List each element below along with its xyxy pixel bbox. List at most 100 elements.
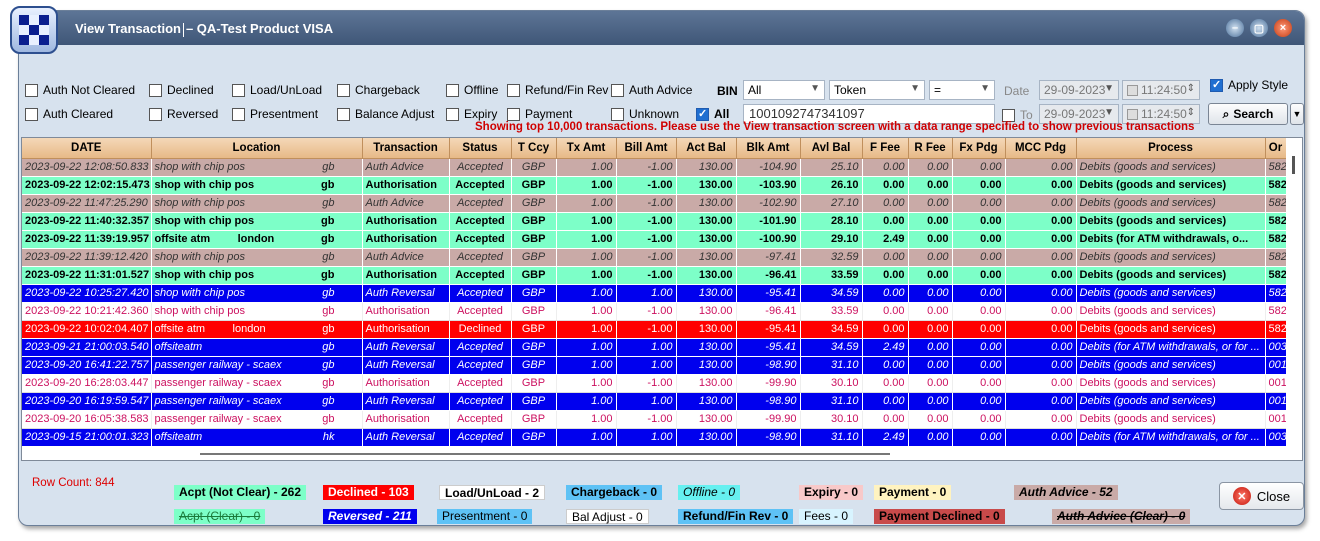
cell-ccy: GBP	[511, 248, 557, 267]
scroll-thumb[interactable]	[1292, 156, 1295, 174]
filter-expiry[interactable]: Expiry	[446, 107, 497, 121]
date-from-picker[interactable]: 29-09-2023 ▼	[1039, 80, 1119, 100]
vertical-scrollbar[interactable]	[1286, 138, 1302, 460]
table-row[interactable]: 2023-09-22 12:02:15.473 shop with chip po…	[22, 176, 1287, 195]
filter-all[interactable]: All	[696, 107, 729, 121]
filter-chargeback[interactable]: Chargeback	[337, 83, 420, 97]
filter-declined[interactable]: Declined	[149, 83, 214, 97]
filter-label: Expiry	[464, 107, 498, 121]
column-header[interactable]: MCC Pdg	[1005, 138, 1077, 159]
column-header[interactable]: Blk Amt	[736, 138, 801, 159]
bin-select[interactable]: All ▼	[743, 80, 825, 100]
filter-load-unload[interactable]: Load/UnLoad	[232, 83, 322, 97]
location-cell: offsite atm london gb	[155, 323, 359, 335]
cell-act: 130.00	[676, 266, 737, 285]
filter-to-date[interactable]: To	[1002, 108, 1033, 122]
cell-date: 2023-09-20 16:28:03.447	[22, 374, 152, 393]
table-row[interactable]: 2023-09-22 11:40:32.357 shop with chip po…	[22, 212, 1287, 231]
close-button[interactable]: ✕ Close	[1219, 482, 1304, 510]
filter-offline[interactable]: Offline	[446, 83, 498, 97]
filter-payment[interactable]: Payment	[507, 107, 572, 121]
scroll-thumb[interactable]	[200, 453, 890, 455]
window-close-icon[interactable]: ×	[1274, 19, 1292, 37]
column-header[interactable]: DATE	[22, 138, 152, 159]
token-select[interactable]: Token ▼	[829, 80, 925, 100]
date-to-value: 29-09-2023	[1044, 107, 1106, 121]
spinner-icon: ⇕	[1186, 107, 1195, 118]
column-header[interactable]: T Ccy	[511, 138, 557, 159]
table-row[interactable]: 2023-09-20 16:28:03.447 passenger railway…	[22, 374, 1287, 393]
column-header[interactable]: Location	[151, 138, 363, 159]
location-cell: offsite atm london gb	[155, 233, 359, 245]
cell-blk: -101.90	[736, 212, 801, 231]
cell-ffee: 0.00	[862, 392, 909, 411]
filter-auth-not-cleared[interactable]: Auth Not Cleared	[25, 83, 135, 97]
table-row[interactable]: 2023-09-15 21:00:01.323 offsiteatm hk Auth …	[22, 428, 1287, 447]
cell-avl: 32.59	[800, 248, 863, 267]
maximize-icon[interactable]: ▢	[1250, 19, 1268, 37]
location-name: shop with chip pos	[154, 251, 246, 263]
window-title: View Transaction – QA-Test Product VISA	[75, 21, 333, 37]
table-row[interactable]: 2023-09-21 21:00:03.540 offsiteatm gb Auth …	[22, 338, 1287, 357]
search-button[interactable]: ⌕ Search	[1208, 103, 1288, 125]
cell-blk: -95.41	[736, 284, 801, 303]
filter-balance-adjust[interactable]: Balance Adjust	[337, 107, 434, 121]
cell-blk: -97.41	[736, 248, 801, 267]
column-header[interactable]: Avl Bal	[800, 138, 863, 159]
table-row[interactable]: 2023-09-22 11:39:12.420 shop with chip po…	[22, 248, 1287, 267]
checkbox-icon	[507, 83, 520, 97]
cell-txamt: 1.00	[556, 356, 617, 375]
cell-fx: 0.00	[952, 230, 1006, 249]
table-row[interactable]: 2023-09-22 10:02:04.407 offsite atm londo…	[22, 320, 1287, 339]
cell-rfee: 0.00	[908, 338, 953, 357]
search-options-dropdown[interactable]: ▼	[1290, 103, 1304, 125]
table-row[interactable]: 2023-09-22 11:47:25.290 shop with chip po…	[22, 194, 1287, 213]
table-row[interactable]: 2023-09-20 16:41:22.757 passenger railway…	[22, 356, 1287, 375]
filter-auth-cleared[interactable]: Auth Cleared	[25, 107, 113, 121]
cell-loc: shop with chip pos gb	[151, 158, 363, 177]
filter-presentment[interactable]: Presentment	[232, 107, 318, 121]
cell-ccy: GBP	[511, 374, 557, 393]
column-header[interactable]: Status	[449, 138, 512, 159]
cell-proc: Debits (goods and services)	[1076, 194, 1266, 213]
column-header[interactable]: Process	[1076, 138, 1266, 159]
cell-or: 582	[1265, 302, 1287, 321]
operator-select[interactable]: = ▼	[929, 80, 995, 100]
legend-badge: Expiry - 0	[799, 485, 864, 500]
column-header[interactable]: Or	[1265, 138, 1287, 159]
cell-ffee: 2.49	[862, 338, 909, 357]
filter-auth-advice[interactable]: Auth Advice	[611, 83, 692, 97]
column-header[interactable]: F Fee	[862, 138, 909, 159]
table-row[interactable]: 2023-09-22 10:21:42.360 shop with chip po…	[22, 302, 1287, 321]
checkbox-icon	[25, 83, 38, 97]
transactions-table-container[interactable]: DATE Location Transaction Status T Ccy Tx Amt…	[21, 137, 1303, 461]
column-header[interactable]: Transaction	[362, 138, 450, 159]
column-header[interactable]: Bill Amt	[616, 138, 677, 159]
minimize-icon[interactable]: –	[1226, 19, 1244, 37]
column-header[interactable]: Fx Pdg	[952, 138, 1006, 159]
table-row[interactable]: 2023-09-20 16:05:38.583 passenger railway…	[22, 410, 1287, 429]
horizontal-scrollbar[interactable]	[22, 448, 1302, 460]
table-row[interactable]: 2023-09-22 10:25:27.420 shop with chip po…	[22, 284, 1287, 303]
table-row[interactable]: 2023-09-22 12:08:50.833 shop with chip po…	[22, 158, 1287, 177]
table-row[interactable]: 2023-09-20 16:19:59.547 passenger railway…	[22, 392, 1287, 411]
legend-badge: Refund/Fin Rev - 0	[678, 509, 794, 524]
cell-ffee: 0.00	[862, 374, 909, 393]
column-header[interactable]: R Fee	[908, 138, 953, 159]
cell-ffee: 0.00	[862, 194, 909, 213]
column-header[interactable]: Act Bal	[676, 138, 737, 159]
time-from-picker[interactable]: 11:24:50 ⇕	[1122, 80, 1200, 100]
cell-bill: 1.00	[616, 356, 677, 375]
filter-unknown[interactable]: Unknown	[611, 107, 679, 121]
cell-ffee: 0.00	[862, 266, 909, 285]
filter-reversed[interactable]: Reversed	[149, 107, 218, 121]
table-row[interactable]: 2023-09-22 11:31:01.527 shop with chip po…	[22, 266, 1287, 285]
table-row[interactable]: 2023-09-22 11:39:19.957 offsite atm londo…	[22, 230, 1287, 249]
checkbox-checked-icon	[1210, 78, 1223, 92]
cell-proc: Debits (goods and services)	[1076, 356, 1266, 375]
cell-or: 001	[1265, 392, 1287, 411]
filter-refund-fin-rev[interactable]: Refund/Fin Rev	[507, 83, 608, 97]
column-header[interactable]: Tx Amt	[556, 138, 617, 159]
cell-mcc: 0.00	[1005, 158, 1077, 177]
apply-style-checkbox[interactable]: Apply Style	[1210, 78, 1288, 92]
